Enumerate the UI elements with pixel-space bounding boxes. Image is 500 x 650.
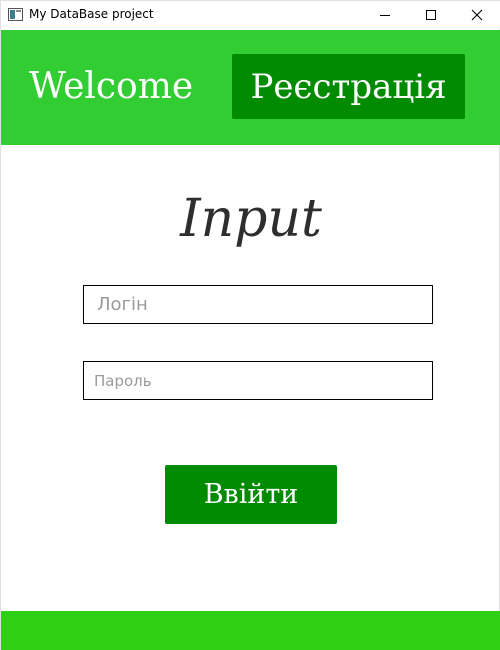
login-field[interactable] <box>83 285 433 324</box>
close-button[interactable] <box>454 1 500 29</box>
window-title: My DataBase project <box>29 7 154 21</box>
welcome-text: Welcome <box>29 66 194 107</box>
page-title: Input <box>180 189 322 249</box>
app-window-icon <box>8 8 23 21</box>
minimize-button[interactable] <box>362 1 408 29</box>
close-icon <box>471 9 483 21</box>
footer-bar <box>1 611 500 650</box>
register-button[interactable]: Реєстрація <box>232 54 465 119</box>
app-window: My DataBase project Welcome Реєстрація I… <box>0 0 500 650</box>
password-field[interactable] <box>83 361 433 400</box>
login-button[interactable]: Ввійти <box>165 465 337 524</box>
title-bar[interactable]: My DataBase project <box>1 1 500 29</box>
maximize-icon <box>426 10 436 20</box>
minimize-icon <box>380 14 390 16</box>
maximize-button[interactable] <box>408 1 454 29</box>
